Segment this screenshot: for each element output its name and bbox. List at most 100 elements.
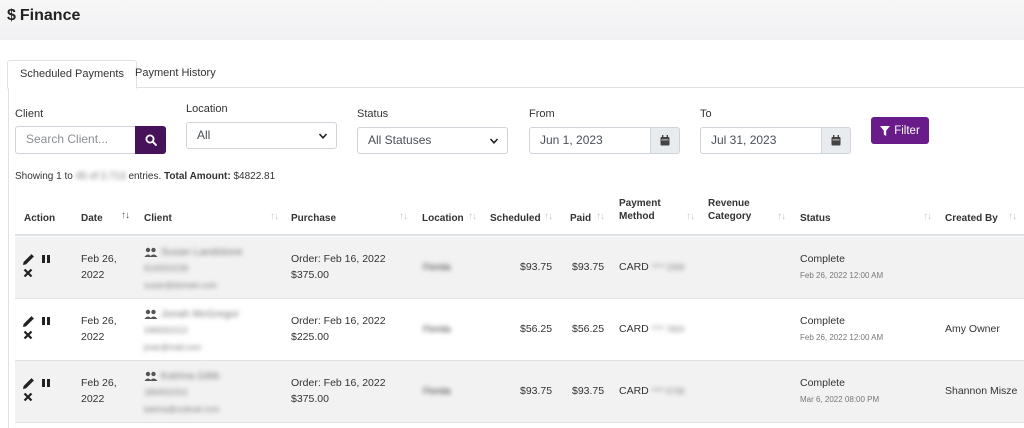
- sort-icon[interactable]: ↑↓: [596, 211, 605, 222]
- col-payment-method[interactable]: Payment Method: [619, 197, 661, 223]
- sort-icon[interactable]: ↑↓: [270, 211, 279, 222]
- status-label: Status: [357, 108, 389, 120]
- to-date-input[interactable]: Jul 31, 2023: [700, 127, 822, 154]
- pause-icon[interactable]: [41, 378, 51, 388]
- table-row: Feb 26, 2022 Katrina Gibb 1864552311 kat…: [15, 361, 1024, 423]
- status-text: Complete: [800, 377, 845, 389]
- purchase-order: Order: Feb 16, 2022: [291, 253, 386, 265]
- client-name[interactable]: Katrina Gibb: [161, 370, 219, 382]
- row-client: Jonah McGregor 2465552112 jmac@mail.com: [144, 306, 239, 356]
- total-amount-label: Total Amount:: [164, 171, 231, 182]
- users-icon: [144, 371, 158, 381]
- calendar-icon: [831, 135, 841, 146]
- search-icon: [145, 134, 157, 146]
- location-select-value: All: [197, 128, 211, 142]
- to-calendar-button[interactable]: [822, 127, 851, 154]
- from-calendar-button[interactable]: [651, 127, 680, 154]
- row-status: Complete Feb 26, 2022 12:00 AM: [800, 251, 883, 284]
- purchase-order: Order: Feb 16, 2022: [291, 377, 386, 389]
- panel-border: [8, 88, 9, 428]
- edit-icon[interactable]: [22, 253, 35, 266]
- summary-suffix: entries.: [128, 171, 162, 182]
- payment-method: CARD: [619, 261, 649, 273]
- row-location: Florida: [423, 262, 451, 272]
- location-label: Location: [186, 103, 228, 115]
- client-phone: 6145552230: [144, 264, 189, 273]
- row-payment-method: CARD **** 5739: [619, 383, 684, 400]
- card-masked: **** 7824: [651, 325, 685, 334]
- col-paid[interactable]: Paid: [570, 212, 591, 225]
- summary-prefix: Showing 1 to: [15, 171, 73, 182]
- row-scheduled: $93.75: [520, 261, 553, 273]
- table-row: Feb 26, 2022 Jonah McGregor 2465552112 j…: [15, 299, 1024, 361]
- filter-icon: [880, 125, 891, 136]
- col-status[interactable]: Status: [800, 212, 831, 225]
- row-status: Complete Feb 26, 2022 12:00 AM: [800, 313, 883, 346]
- row-date-line2: 2022: [81, 393, 105, 405]
- card-masked: **** 2309: [651, 263, 685, 272]
- sort-icon[interactable]: ↑↓: [923, 211, 932, 222]
- row-date-line1: Feb 26,: [81, 253, 117, 265]
- pause-icon[interactable]: [41, 316, 51, 326]
- purchase-amount: $375.00: [291, 269, 329, 281]
- delete-icon[interactable]: [23, 392, 33, 402]
- row-purchase: Order: Feb 16, 2022 $375.00: [291, 251, 386, 283]
- col-revenue-category[interactable]: Revenue Category: [708, 197, 751, 223]
- payment-method: CARD: [619, 385, 649, 397]
- location-select[interactable]: All: [186, 122, 337, 149]
- status-select[interactable]: All Statuses: [357, 127, 508, 154]
- row-date-line2: 2022: [81, 269, 105, 281]
- col-purchase[interactable]: Purchase: [291, 212, 336, 225]
- row-paid: $93.75: [572, 261, 605, 273]
- client-search-input[interactable]: Search Client...: [15, 126, 136, 154]
- filter-button[interactable]: Filter: [871, 117, 929, 144]
- sort-icon[interactable]: ↑↓: [686, 211, 695, 222]
- filter-button-label: Filter: [894, 124, 920, 137]
- row-date: Feb 26, 2022: [81, 313, 117, 345]
- status-timestamp: Mar 6, 2022 08:00 PM: [800, 395, 880, 404]
- row-purchase: Order: Feb 16, 2022 $225.00: [291, 313, 386, 345]
- sort-icon[interactable]: ↑↓: [544, 211, 553, 222]
- row-scheduled: $93.75: [520, 385, 553, 397]
- edit-icon[interactable]: [22, 315, 35, 328]
- sort-icon[interactable]: ↑↓: [399, 211, 408, 222]
- col-created-by[interactable]: Created By: [945, 212, 998, 225]
- col-location[interactable]: Location: [422, 212, 464, 225]
- row-payment-method: CARD **** 7824: [619, 321, 684, 338]
- status-timestamp: Feb 26, 2022 12:00 AM: [800, 271, 884, 280]
- delete-icon[interactable]: [23, 268, 33, 278]
- tab-payment-history[interactable]: Payment History: [123, 60, 228, 89]
- client-phone: 1864552311: [144, 388, 188, 397]
- edit-icon[interactable]: [22, 377, 35, 390]
- row-paid: $56.25: [572, 323, 605, 335]
- sort-icon[interactable]: ↑↓: [121, 210, 130, 221]
- sort-icon[interactable]: ↑↓: [1008, 211, 1017, 222]
- col-payment-method-line2: Method: [619, 211, 655, 222]
- pause-icon[interactable]: [41, 254, 51, 264]
- tab-scheduled-payments[interactable]: Scheduled Payments: [7, 60, 137, 89]
- col-client[interactable]: Client: [144, 212, 172, 225]
- card-masked: **** 5739: [651, 387, 685, 396]
- sort-icon[interactable]: ↑↓: [468, 211, 477, 222]
- sort-icon[interactable]: ↑↓: [777, 211, 786, 222]
- page-title: $ Finance: [7, 7, 80, 25]
- row-date-line1: Feb 26,: [81, 315, 117, 327]
- table-header: Action Date ↑↓ Client ↑↓ Purchase ↑↓ Loc…: [15, 190, 1024, 236]
- client-search-button[interactable]: [135, 126, 166, 154]
- row-date-line2: 2022: [81, 331, 105, 343]
- delete-icon[interactable]: [23, 330, 33, 340]
- client-name[interactable]: Jonah McGregor: [161, 308, 239, 320]
- chevron-down-icon: [489, 138, 499, 144]
- to-label: To: [700, 108, 712, 120]
- row-client: Susan Landstone 6145552230 susan@domain.…: [144, 244, 243, 294]
- col-date[interactable]: Date: [81, 212, 103, 225]
- entries-summary: Showing 1 to 45 of 2,713 entries. Total …: [15, 171, 275, 182]
- table-row: Feb 26, 2022 Susan Landstone 6145552230 …: [15, 237, 1024, 299]
- col-scheduled[interactable]: Scheduled: [490, 212, 541, 225]
- row-scheduled: $56.25: [520, 323, 553, 335]
- tab-bar: Scheduled Payments Payment History: [7, 60, 1024, 89]
- from-date-input[interactable]: Jun 1, 2023: [529, 127, 651, 154]
- client-name[interactable]: Susan Landstone: [161, 246, 243, 258]
- col-payment-method-line1: Payment: [619, 198, 661, 209]
- page-title-text: Finance: [19, 7, 81, 24]
